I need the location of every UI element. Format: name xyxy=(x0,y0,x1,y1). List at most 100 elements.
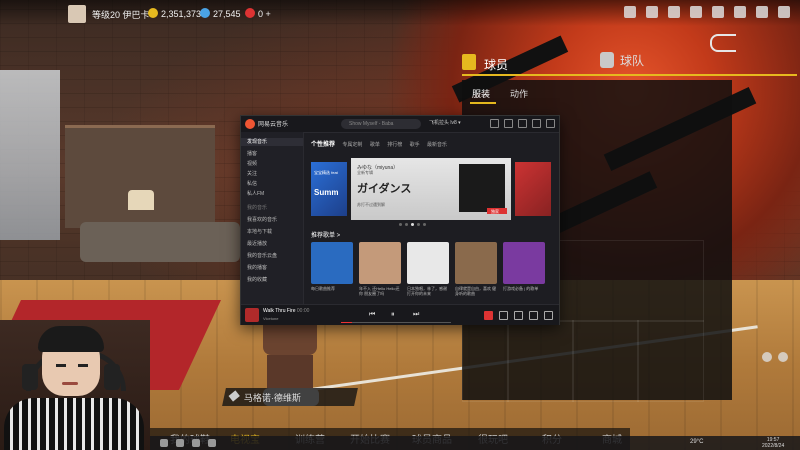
shield-icon xyxy=(600,52,614,68)
sidebar-item-fm[interactable]: 私人FM xyxy=(247,190,264,197)
playlist-cover[interactable] xyxy=(455,242,497,284)
tab-recommend[interactable]: 个性推荐 xyxy=(311,142,335,148)
next-icon[interactable]: ⏭ xyxy=(413,311,419,319)
tab-team[interactable]: 球队 xyxy=(600,52,644,69)
quality-icon[interactable] xyxy=(484,311,493,320)
tab-player[interactable]: 球员 xyxy=(462,52,602,74)
banner-main[interactable]: みゆな（miyuna） 全新专辑 ガイダンス 苏打不过遇到解 独家 xyxy=(351,158,511,220)
tab-custom[interactable]: 专属定制 xyxy=(342,142,362,148)
settings-icon[interactable] xyxy=(504,119,513,128)
subtabs: 服装 动作 xyxy=(462,84,732,104)
tab-artists[interactable]: 歌手 xyxy=(410,142,420,148)
clock-date: 2022/8/24 xyxy=(762,443,785,449)
plus-label[interactable]: + xyxy=(266,9,271,19)
tab-playlists[interactable]: 歌单 xyxy=(370,142,380,148)
mail-icon[interactable] xyxy=(490,119,499,128)
sidebar-item-video[interactable]: 视频 xyxy=(247,160,257,167)
carousel-dot-active[interactable] xyxy=(411,223,414,226)
sidebar-item-recent[interactable]: 最近播放 xyxy=(247,240,267,247)
sidebar-item-collection[interactable]: 我的收藏 xyxy=(247,276,267,283)
playlist-card[interactable]: 打游戏必备 | 的歌单 xyxy=(503,242,545,296)
power-icon[interactable] xyxy=(778,6,790,18)
avatar[interactable] xyxy=(68,5,86,23)
chat-icon[interactable] xyxy=(668,6,680,18)
streamer-mouth xyxy=(62,382,78,385)
gear-icon[interactable] xyxy=(712,6,724,18)
progress-bar[interactable] xyxy=(341,322,451,323)
app-icon[interactable] xyxy=(208,439,216,447)
banner-carousel[interactable]: 宝宝精选 feat Summ みゆな（miyuna） 全新专辑 ガイダンス 苏打… xyxy=(311,158,551,220)
people-icon[interactable] xyxy=(646,6,658,18)
folder-icon[interactable] xyxy=(192,439,200,447)
carousel-dot[interactable] xyxy=(399,223,402,226)
grid-cell[interactable] xyxy=(572,320,639,402)
sidebar-item-local[interactable]: 本地与下载 xyxy=(247,228,272,235)
music-search-input[interactable]: Show Myself - Baba xyxy=(341,119,421,129)
vc-balance: 2,351,373 xyxy=(148,8,201,19)
playlist-cover[interactable] xyxy=(359,242,401,284)
sidebar-item-follow[interactable]: 关注 xyxy=(247,170,257,177)
banner-right[interactable] xyxy=(515,162,551,216)
tab-charts[interactable]: 排行榜 xyxy=(387,142,402,148)
streamer-webcam xyxy=(0,320,150,450)
playlist-cover[interactable] xyxy=(407,242,449,284)
badge-count: 0 + xyxy=(245,8,271,19)
music-player-bar: Walk Thru Fire 00:00 Vicetone ⏮ ⏸ ⏭ xyxy=(241,304,559,325)
grid-cell[interactable] xyxy=(462,320,509,402)
sidebar-item-discover[interactable]: 发现音乐 xyxy=(241,138,303,146)
music-app-window[interactable]: 网易云音乐 Show Myself - Baba 飞机拉头 lv8 ▾ 发现音乐… xyxy=(240,115,560,325)
sidebar-item-podcast[interactable]: 播客 xyxy=(247,150,257,157)
carousel-dot[interactable] xyxy=(417,223,420,226)
music-user[interactable]: 飞机拉头 lv8 ▾ xyxy=(429,119,461,126)
playlist-card[interactable]: 每日歌曲推荐 xyxy=(311,242,353,296)
carousel-dot[interactable] xyxy=(405,223,408,226)
banner-left[interactable]: 宝宝精选 feat Summ xyxy=(311,162,347,216)
sound-icon[interactable] xyxy=(762,352,772,362)
rotate-icon[interactable] xyxy=(778,352,788,362)
playlist-cover[interactable] xyxy=(503,242,545,284)
mt-balance: 27,545 xyxy=(200,8,241,19)
playlist-card[interactable]: 年不入 还Hello Hello还你 朋友圈了吗 xyxy=(359,242,401,296)
carousel-dot[interactable] xyxy=(423,223,426,226)
pause-icon[interactable]: ⏸ xyxy=(391,311,395,319)
now-playing-cover[interactable] xyxy=(245,308,259,322)
room-shelf xyxy=(65,125,215,228)
playlist-card[interactable]: 自律就是自由，喜欢 健身听的歌曲 xyxy=(455,242,497,296)
banner-left-text: 宝宝精选 feat xyxy=(314,170,338,175)
playlist-cards: 每日歌曲推荐 年不入 还Hello Hello还你 朋友圈了吗 日本独唱，林了，感谢… xyxy=(311,242,545,296)
lyrics-icon[interactable] xyxy=(529,311,538,320)
sidebar-item-mypodcast[interactable]: 我的播客 xyxy=(247,264,267,271)
effects-icon[interactable] xyxy=(499,311,508,320)
sidebar-item-liked[interactable]: 我喜欢的音乐 xyxy=(247,216,277,223)
subtab-outfit[interactable]: 服装 xyxy=(472,87,490,100)
controller-icon[interactable] xyxy=(734,6,746,18)
recommend-title[interactable]: 推荐歌单 > xyxy=(311,230,340,239)
bell-icon[interactable] xyxy=(624,6,636,18)
sidebar-item-messages[interactable]: 私信 xyxy=(247,180,257,187)
taskbar-clock[interactable]: 19:57 2022/8/24 xyxy=(762,437,784,449)
browser-icon[interactable] xyxy=(176,439,184,447)
back-icon[interactable] xyxy=(710,34,736,52)
room-sofa xyxy=(80,222,240,262)
prev-icon[interactable]: ⏮ xyxy=(369,311,375,319)
minimize-icon[interactable] xyxy=(518,119,527,128)
playlist-icon[interactable] xyxy=(544,311,553,320)
start-icon[interactable] xyxy=(160,439,168,447)
playlist-caption: 打游戏必备 | 的歌单 xyxy=(503,286,539,291)
subtab-action[interactable]: 动作 xyxy=(510,87,528,100)
close-icon[interactable] xyxy=(546,119,555,128)
headset-icon[interactable] xyxy=(756,6,768,18)
netease-logo-icon xyxy=(245,119,255,129)
player-nameplate[interactable]: 马格诺·德维斯 xyxy=(222,388,358,406)
sidebar-item-cloud[interactable]: 我的音乐云盘 xyxy=(247,252,277,259)
grid-cell[interactable] xyxy=(507,320,574,402)
tab-newmusic[interactable]: 最新音乐 xyxy=(427,142,447,148)
mt-coin-icon xyxy=(200,8,210,18)
player-legs xyxy=(267,355,313,390)
playlist-card[interactable]: 日本独唱，林了，感谢打开你的未来 xyxy=(407,242,449,296)
maximize-icon[interactable] xyxy=(532,119,541,128)
volume-icon[interactable] xyxy=(514,311,523,320)
grid-cell[interactable] xyxy=(637,320,704,402)
playlist-cover[interactable] xyxy=(311,242,353,284)
video-icon[interactable] xyxy=(690,6,702,18)
